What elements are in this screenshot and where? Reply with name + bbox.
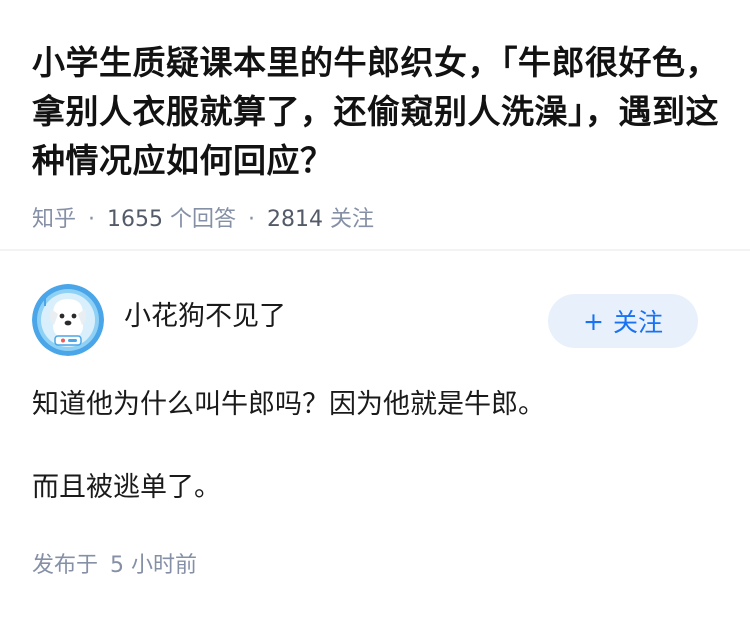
- posted-prefix: 发布于: [32, 553, 99, 578]
- question-title[interactable]: 小学生质疑课本里的牛郎织女，「牛郎很好色，拿别人衣服就算了，还偷窥别人洗澡」，遇…: [32, 38, 722, 185]
- question-header: 小学生质疑课本里的牛郎织女，「牛郎很好色，拿别人衣服就算了，还偷窥别人洗澡」，遇…: [32, 38, 722, 234]
- follower-count-label[interactable]: 关注: [330, 207, 374, 232]
- plus-icon: +: [583, 306, 604, 336]
- avatar[interactable]: [32, 284, 104, 356]
- meta-separator-dot: ·: [88, 207, 96, 232]
- question-meta: 知乎 · 1655 个回答 · 2814 关注: [32, 206, 722, 234]
- answer-paragraph: 而且被逃单了。: [32, 472, 221, 503]
- follow-button[interactable]: + 关注: [548, 294, 698, 348]
- answer-count[interactable]: 1655: [107, 207, 163, 232]
- source-label[interactable]: 知乎: [32, 207, 76, 232]
- meta-separator-dot: ·: [248, 207, 256, 232]
- follower-count[interactable]: 2814: [267, 207, 323, 232]
- answer-paragraph: 知道他为什么叫牛郎吗？因为他就是牛郎。: [32, 389, 545, 420]
- cartoon-dog-astronaut-icon: [32, 284, 104, 356]
- answer-count-label[interactable]: 个回答: [170, 207, 236, 232]
- section-divider: [0, 249, 750, 251]
- posted-time-value: 5 小时前: [110, 553, 198, 578]
- follow-button-label: 关注: [612, 308, 663, 337]
- author-row: 小花狗不见了 + 关注: [32, 284, 718, 356]
- author-name[interactable]: 小花狗不见了: [124, 299, 286, 335]
- posted-time: 发布于 5 小时前: [32, 551, 197, 581]
- answer-content[interactable]: 知道他为什么叫牛郎吗？因为他就是牛郎。 而且被逃单了。: [32, 384, 722, 550]
